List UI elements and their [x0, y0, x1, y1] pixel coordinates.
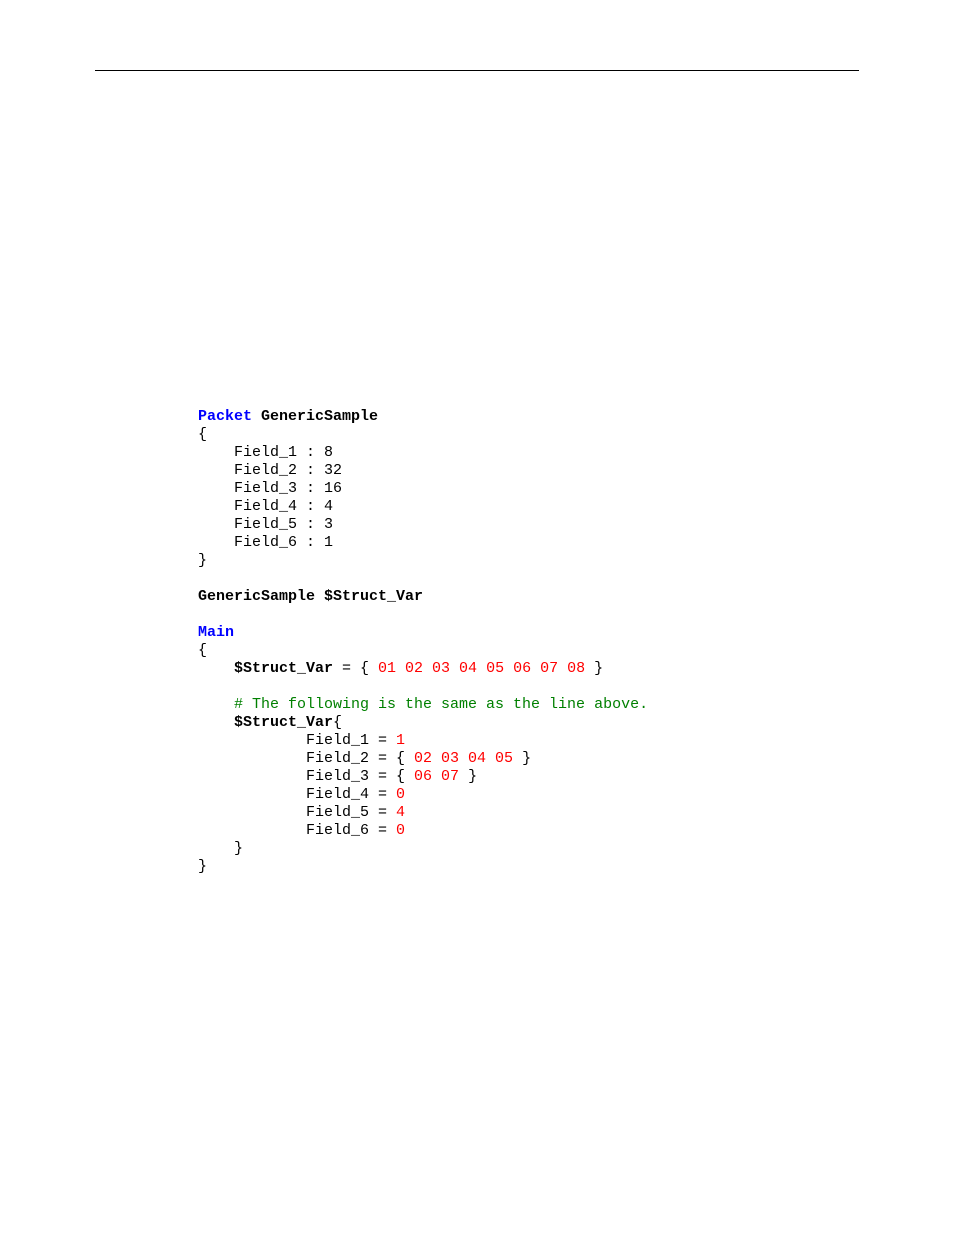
field-decl: Field_2 : 32 [198, 462, 342, 479]
struct-var-decl: GenericSample $Struct_Var [198, 588, 423, 605]
brace-open: { [198, 642, 207, 659]
brace-close: } [198, 840, 243, 857]
assign-op: = { [333, 660, 378, 677]
field-assign-value: 4 [396, 804, 405, 821]
field-assign-value: 1 [396, 732, 405, 749]
keyword-packet: Packet [198, 408, 252, 425]
field-assign-label: Field_3 = { [198, 768, 414, 785]
hex-bytes: 01 02 03 04 05 06 07 08 [378, 660, 585, 677]
field-assign-label: Field_5 = [198, 804, 396, 821]
brace-close: } [459, 768, 477, 785]
field-assign-label: Field_6 = [198, 822, 396, 839]
brace-close: } [513, 750, 531, 767]
brace-close: } [585, 660, 603, 677]
brace-open: { [198, 426, 207, 443]
field-assign-value: 0 [396, 786, 405, 803]
struct-var-name: $Struct_Var [198, 660, 333, 677]
field-assign-label: Field_4 = [198, 786, 396, 803]
field-assign-label: Field_1 = [198, 732, 396, 749]
brace-close: } [198, 552, 207, 569]
struct-var-name: $Struct_Var [198, 714, 333, 731]
field-decl: Field_3 : 16 [198, 480, 342, 497]
field-decl: Field_6 : 1 [198, 534, 333, 551]
field-decl: Field_4 : 4 [198, 498, 333, 515]
field-assign-value: 02 03 04 05 [414, 750, 513, 767]
brace-open: { [333, 714, 342, 731]
packet-name: GenericSample [261, 408, 378, 425]
field-decl: Field_5 : 3 [198, 516, 333, 533]
comment-line: # The following is the same as the line … [198, 696, 648, 713]
code-block: Packet GenericSample { Field_1 : 8 Field… [198, 390, 648, 876]
header-rule [95, 70, 859, 71]
field-assign-value: 06 07 [414, 768, 459, 785]
field-assign-value: 0 [396, 822, 405, 839]
field-decl: Field_1 : 8 [198, 444, 333, 461]
keyword-main: Main [198, 624, 234, 641]
field-assign-label: Field_2 = { [198, 750, 414, 767]
brace-close: } [198, 858, 207, 875]
